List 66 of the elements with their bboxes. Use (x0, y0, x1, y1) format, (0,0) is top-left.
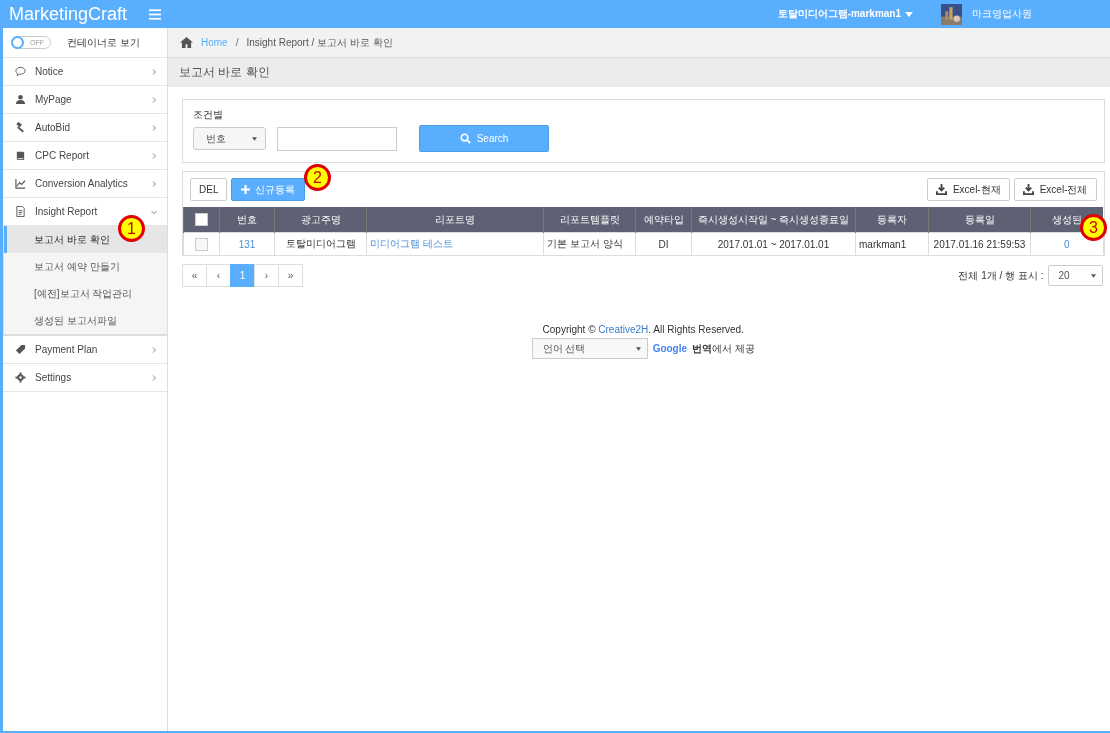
translate-credit: 번역에서 제공 (692, 341, 755, 356)
column-header: 리포트템플릿 (543, 207, 636, 233)
chat-icon (15, 66, 26, 77)
caret-icon (1090, 273, 1096, 278)
column-header: 등록자 (855, 207, 929, 233)
select-all-checkbox[interactable] (195, 213, 208, 226)
table-cell: markman1 (859, 238, 907, 250)
breadcrumb-path: Insight Report / 보고서 바로 확인 (246, 35, 393, 50)
table-cell: 2017.01.01 ~ 2017.01.01 (717, 238, 830, 250)
row-count-summary: 전체 1개 / 행 표시 : (958, 268, 1044, 283)
gavel-icon (15, 122, 26, 133)
search-icon (459, 133, 471, 144)
page-button[interactable]: » (278, 264, 303, 287)
sidebar-item[interactable]: Notice (3, 58, 167, 86)
column-header: 예약타입 (635, 207, 692, 233)
sidebar-item[interactable]: Settings (3, 364, 167, 392)
google-logo: Google (652, 343, 688, 354)
column-header: 광고주명 (274, 207, 367, 233)
page-button[interactable]: ‹ (206, 264, 231, 287)
excel-download-button[interactable]: Excel-전체 (1013, 178, 1097, 201)
page-size-select[interactable]: 20 (1047, 265, 1103, 286)
user-icon (15, 94, 26, 105)
delete-button[interactable]: DEL (190, 178, 228, 201)
tag-icon (15, 344, 26, 355)
submenu-item[interactable]: [예전]보고서 작업관리 (4, 280, 167, 307)
language-select[interactable]: 언어 선택 (531, 338, 648, 359)
sidebar-item[interactable]: Conversion Analytics (3, 170, 167, 198)
sidebar-item[interactable]: Payment Plan (3, 336, 167, 364)
copyright-text: Copyright © Creative2H. All Rights Reserved. (542, 324, 744, 335)
toggle-label: 컨테이너로 보기 (67, 35, 140, 50)
search-field[interactable] (277, 126, 397, 151)
excel-download-button[interactable]: Excel-현재 (926, 178, 1010, 201)
submenu-item[interactable]: 보고서 예약 만들기 (4, 253, 167, 280)
page-button[interactable]: › (254, 264, 279, 287)
table-cell: 기본 보고서 양식 (547, 238, 623, 249)
caret-icon (905, 11, 913, 17)
caret-icon (635, 346, 641, 351)
sidebar-item[interactable]: MyPage (3, 86, 167, 114)
caret-icon (252, 136, 257, 141)
book-icon (15, 150, 26, 161)
column-header: 리포트명 (366, 207, 544, 233)
row-checkbox[interactable] (195, 237, 208, 251)
sidebar-item[interactable]: AutoBid (3, 114, 167, 142)
table-cell: DI (658, 238, 669, 250)
doc-icon (15, 206, 26, 217)
home-icon[interactable] (180, 37, 193, 48)
gear-icon (15, 372, 26, 383)
menu-icon[interactable] (149, 8, 161, 20)
table-cell: 토탈미디어그램 (285, 238, 356, 249)
column-header: 등록일 (928, 207, 1031, 233)
download-icon (1022, 184, 1034, 195)
cell-link[interactable]: 0 (1063, 238, 1070, 250)
page-title: 보고서 바로 확인 (179, 64, 270, 81)
plus-icon (241, 185, 251, 194)
breadcrumb-separator: / (235, 37, 239, 48)
filter-label: 조건별 (193, 108, 224, 122)
cell-link[interactable]: 131 (238, 238, 256, 250)
column-header: 번호 (219, 207, 275, 233)
submenu-item[interactable]: 생성된 보고서파일 (4, 307, 167, 334)
download-icon (935, 184, 947, 195)
page-button[interactable]: « (182, 264, 207, 287)
table-cell: 2017.01.16 21:59:53 (933, 238, 1026, 250)
chart-icon (15, 178, 26, 189)
condition-select[interactable]: 번호 (193, 127, 266, 150)
sidebar-item[interactable]: CPC Report (3, 142, 167, 170)
column-header: 즉시생성시작일 ~ 즉시생성종료일 (691, 207, 856, 233)
